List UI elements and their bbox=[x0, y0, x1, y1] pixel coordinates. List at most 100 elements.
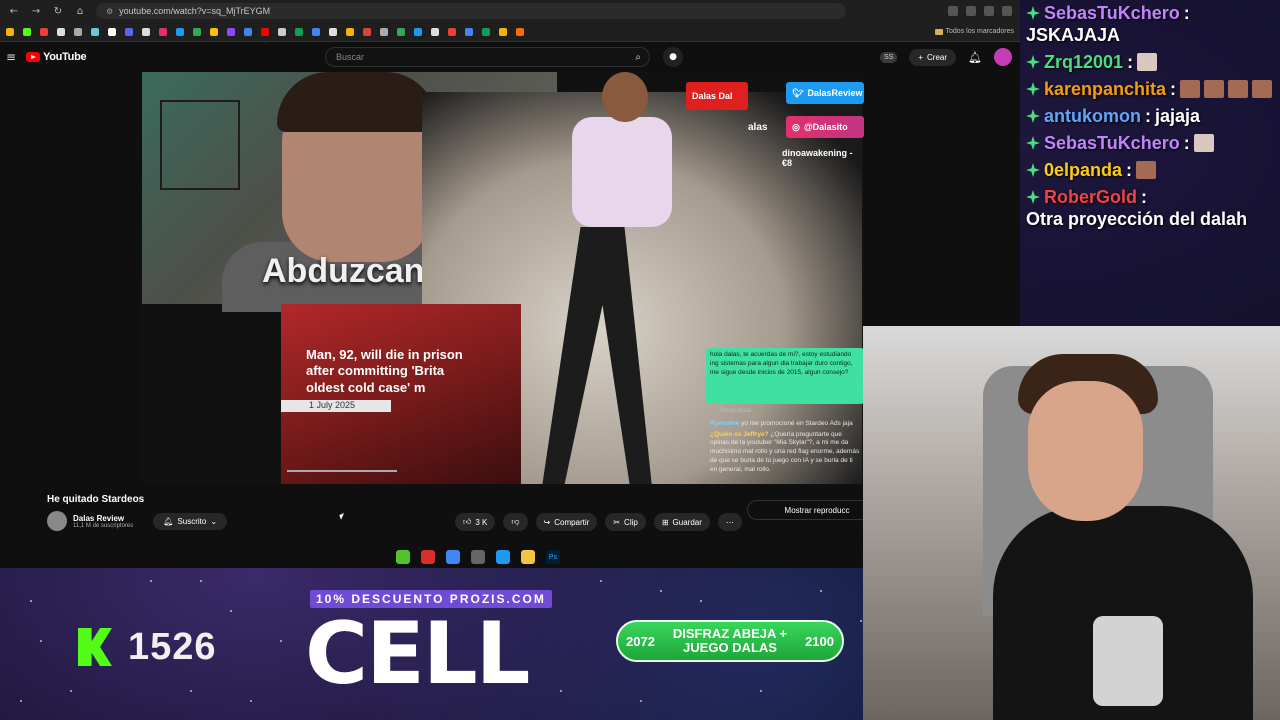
bookmark-icon[interactable] bbox=[482, 27, 490, 36]
reload-icon[interactable]: ↻ bbox=[52, 6, 64, 17]
bookmark-icon[interactable] bbox=[57, 27, 65, 36]
youtube-social-badge: Dalas Dal bbox=[686, 82, 748, 110]
app-icon[interactable] bbox=[421, 550, 435, 564]
bookmark-icon[interactable] bbox=[380, 27, 388, 36]
like-count: 3 K bbox=[475, 517, 488, 527]
bookmark-icon[interactable] bbox=[210, 27, 218, 36]
bookmark-icon[interactable] bbox=[329, 27, 337, 36]
chat-username[interactable]: RoberGold bbox=[1044, 188, 1137, 206]
bookmark-icon[interactable] bbox=[414, 27, 422, 36]
twitter-icon: 🐦︎ bbox=[792, 87, 804, 98]
video-player[interactable]: Abduzcan! Man, 92, will die in prison af… bbox=[142, 72, 864, 484]
clip-button[interactable]: ✂ Clip bbox=[605, 513, 646, 531]
app-icon[interactable] bbox=[496, 550, 510, 564]
bookmark-icon[interactable] bbox=[261, 27, 269, 36]
bookmark-icon[interactable] bbox=[295, 27, 303, 36]
youtube-logo[interactable]: YouTube bbox=[26, 51, 87, 63]
create-label: Crear bbox=[927, 52, 948, 62]
forward-icon[interactable]: → bbox=[30, 6, 42, 17]
subscribed-button[interactable]: 🔔︎ Suscrito ⌄ bbox=[153, 512, 228, 530]
channel-avatar[interactable] bbox=[47, 511, 67, 531]
youtube-play-icon bbox=[26, 52, 40, 62]
goal-label: DISFRAZ ABEJA + JUEGO DALAS bbox=[672, 625, 788, 655]
bookmark-icon[interactable] bbox=[125, 27, 133, 36]
more-options-button[interactable]: ⋯ bbox=[717, 513, 742, 531]
extension-icon[interactable] bbox=[948, 6, 958, 16]
chat-username[interactable]: karenpanchita bbox=[1044, 80, 1166, 98]
chat-username[interactable]: SebasTuKchero bbox=[1044, 4, 1180, 22]
folder-icon[interactable] bbox=[521, 550, 535, 564]
profile-icon[interactable] bbox=[1002, 6, 1012, 16]
home-icon[interactable]: ⌂ bbox=[74, 6, 86, 17]
all-bookmarks-label: Todos los marcadores bbox=[945, 28, 1014, 35]
bookmark-icon[interactable] bbox=[448, 27, 456, 36]
streamer-face bbox=[1028, 381, 1143, 521]
bookmark-icon[interactable] bbox=[91, 27, 99, 36]
menu-icon[interactable]: ≡ bbox=[6, 50, 22, 64]
bookmark-icon[interactable] bbox=[142, 27, 150, 36]
bookmark-icon[interactable] bbox=[176, 27, 184, 36]
notifications-icon[interactable]: 🔔︎ bbox=[968, 51, 982, 64]
star bbox=[20, 700, 22, 702]
subscribed-label: Suscrito bbox=[177, 516, 207, 526]
bookmark-icon[interactable] bbox=[499, 27, 507, 36]
bookmark-icon[interactable] bbox=[159, 27, 167, 36]
bookmark-icon[interactable] bbox=[397, 27, 405, 36]
photoshop-icon[interactable]: Ps bbox=[546, 550, 560, 564]
like-button[interactable]: 👍︎ 3 K bbox=[455, 513, 496, 531]
search-input[interactable]: Buscar ⌕ bbox=[325, 47, 650, 67]
bookmark-icon[interactable] bbox=[227, 27, 235, 36]
streamer-webcam bbox=[863, 326, 1280, 720]
bookmark-icon[interactable] bbox=[346, 27, 354, 36]
bookmark-icon[interactable] bbox=[244, 27, 252, 36]
bookmark-icon[interactable] bbox=[431, 27, 439, 36]
show-chat-label: Mostrar reproducc bbox=[784, 505, 850, 515]
chat-username[interactable]: Zrq12001 bbox=[1044, 53, 1123, 71]
url-field[interactable]: ⚙ youtube.com/watch?v=sq_MjTrEYGM bbox=[96, 3, 846, 19]
app-icon[interactable] bbox=[471, 550, 485, 564]
chat-separator: : bbox=[1126, 160, 1133, 180]
video-progress-bar[interactable] bbox=[287, 470, 397, 472]
extension-icon[interactable] bbox=[966, 6, 976, 16]
kick-viewer-count: 1526 bbox=[128, 626, 217, 668]
extension-icon[interactable] bbox=[984, 6, 994, 16]
bookmark-icon[interactable] bbox=[40, 27, 48, 36]
microphone-icon[interactable]: ● bbox=[663, 47, 683, 67]
bookmark-icon[interactable] bbox=[74, 27, 82, 36]
more-icon: ⋯ bbox=[725, 517, 734, 527]
share-button[interactable]: ↪ Compartir bbox=[535, 513, 598, 531]
bookmark-icon[interactable] bbox=[312, 27, 320, 36]
twitter-handle: DalasReview bbox=[807, 88, 863, 98]
shirt-logo bbox=[1093, 616, 1163, 706]
chat-message: SebasTuKchero: bbox=[1026, 134, 1276, 152]
chat-username[interactable]: antukomon bbox=[1044, 107, 1141, 125]
ss-badge[interactable]: SS bbox=[880, 51, 898, 63]
back-icon[interactable]: ← bbox=[8, 6, 20, 17]
channel-name[interactable]: Dalas Review bbox=[73, 514, 133, 523]
app-icon[interactable] bbox=[396, 550, 410, 564]
chat-username[interactable]: 0elpanda bbox=[1044, 161, 1122, 179]
bookmark-icon[interactable] bbox=[278, 27, 286, 36]
chrome-icon[interactable] bbox=[446, 550, 460, 564]
bookmark-icon[interactable] bbox=[23, 27, 31, 36]
bookmark-icon[interactable] bbox=[516, 27, 524, 36]
create-button[interactable]: + Crear bbox=[909, 48, 957, 66]
account-avatar[interactable] bbox=[994, 48, 1012, 66]
dislike-button[interactable]: 👎︎ bbox=[503, 513, 528, 531]
save-button[interactable]: ⊞ Guardar bbox=[653, 513, 710, 531]
chat-username[interactable]: SebasTuKchero bbox=[1044, 134, 1180, 152]
chat-emote bbox=[1180, 80, 1201, 98]
site-info-icon[interactable]: ⚙ bbox=[106, 7, 113, 16]
chat-separator: : bbox=[1183, 3, 1190, 23]
bookmark-icon[interactable] bbox=[193, 27, 201, 36]
bookmark-icon[interactable] bbox=[108, 27, 116, 36]
all-bookmarks-folder[interactable]: Todos los marcadores bbox=[934, 28, 1014, 35]
bookmark-icon[interactable] bbox=[363, 27, 371, 36]
search-icon[interactable]: ⌕ bbox=[635, 52, 641, 63]
mouse-cursor bbox=[339, 513, 346, 520]
header-actions: SS + Crear 🔔︎ bbox=[880, 48, 1012, 66]
bookmark-icon[interactable] bbox=[465, 27, 473, 36]
star bbox=[40, 640, 42, 642]
chat-message: SebasTuKchero: JSKAJAJA bbox=[1026, 4, 1276, 44]
bookmark-icon[interactable] bbox=[6, 27, 14, 36]
